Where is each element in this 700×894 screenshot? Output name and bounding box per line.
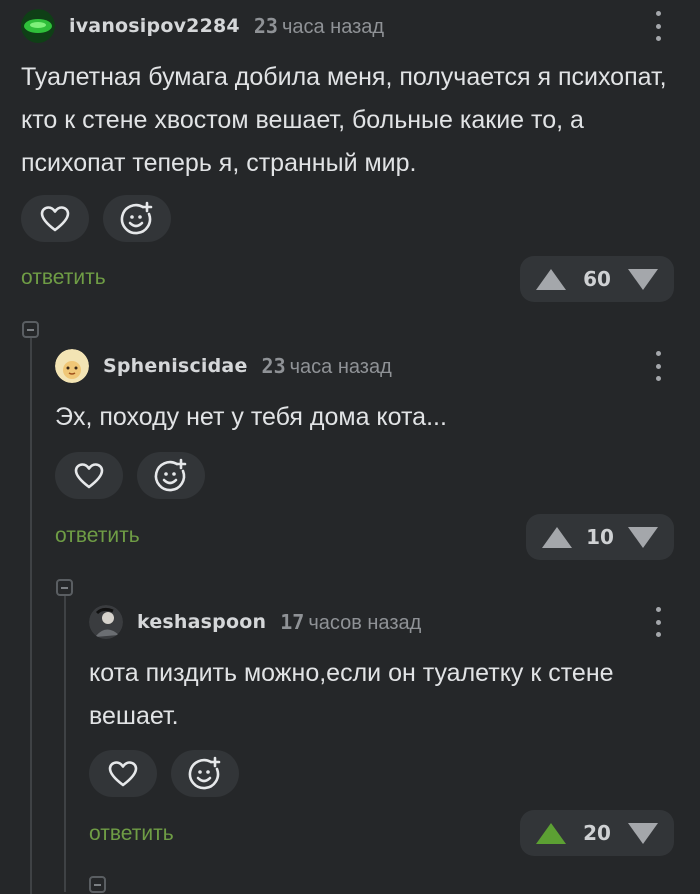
time-number: 23 (261, 353, 286, 378)
avatar[interactable] (89, 605, 123, 639)
comment-header: Spheniscidae 23 часа назад (55, 346, 392, 386)
comment-header: ivanosipov2284 23 часа назад (21, 6, 384, 46)
rating-value: 20 (583, 821, 611, 845)
heart-icon (108, 760, 138, 786)
emoji-add-icon (120, 201, 153, 234)
more-vertical-icon[interactable] (654, 607, 662, 637)
emoji-add-icon (188, 756, 221, 789)
arrow-down-icon[interactable] (628, 526, 658, 548)
username[interactable]: keshaspoon (137, 611, 266, 633)
reply-link[interactable]: ответить (89, 822, 174, 846)
collapse-thread-button[interactable] (22, 321, 39, 338)
time-unit: часов назад (308, 611, 422, 634)
more-vertical-icon[interactable] (654, 11, 662, 41)
more-vertical-icon[interactable] (654, 351, 662, 381)
time-unit: часа назад (281, 15, 385, 38)
rating-control: 20 (520, 810, 674, 856)
arrow-up-icon[interactable] (536, 268, 566, 290)
time-unit: часа назад (289, 355, 392, 378)
collapse-thread-button[interactable] (89, 876, 106, 893)
username[interactable]: ivanosipov2284 (69, 15, 240, 37)
arrow-up-icon[interactable] (542, 526, 572, 548)
time-number: 23 (253, 13, 278, 38)
like-button[interactable] (89, 750, 157, 797)
comment-text: Туалетная бумага добила меня, получается… (21, 63, 667, 177)
thread-line-level-2 (64, 592, 66, 892)
rating-control: 10 (526, 514, 674, 560)
add-reaction-button[interactable] (137, 452, 205, 499)
username[interactable]: Spheniscidae (103, 355, 248, 377)
rating-control: 60 (520, 256, 674, 302)
rating-value: 60 (583, 267, 611, 291)
thread-line-level-1 (30, 334, 32, 894)
collapse-thread-button[interactable] (56, 579, 73, 596)
reply-link[interactable]: ответить (21, 266, 106, 290)
avatar[interactable] (21, 9, 55, 43)
comment-text: Эх, походу нет у тебя дома кота... (55, 403, 447, 431)
comment-text: кота пиздить можно,если он туалетку к ст… (89, 659, 614, 730)
like-button[interactable] (21, 195, 89, 242)
arrow-up-icon[interactable] (536, 822, 566, 844)
avatar[interactable] (55, 349, 89, 383)
arrow-down-icon[interactable] (628, 268, 658, 290)
like-button[interactable] (55, 452, 123, 499)
timestamp: 17 часов назад (280, 610, 421, 635)
arrow-down-icon[interactable] (628, 822, 658, 844)
time-number: 17 (280, 609, 305, 634)
timestamp: 23 часа назад (254, 14, 384, 39)
emoji-add-icon (154, 458, 187, 491)
comment-header: keshaspoon 17 часов назад (89, 602, 421, 642)
timestamp: 23 часа назад (262, 354, 392, 379)
add-reaction-button[interactable] (171, 750, 239, 797)
heart-icon (40, 205, 70, 231)
add-reaction-button[interactable] (103, 195, 171, 242)
heart-icon (74, 462, 104, 488)
reply-link[interactable]: ответить (55, 524, 140, 548)
rating-value: 10 (586, 525, 614, 549)
